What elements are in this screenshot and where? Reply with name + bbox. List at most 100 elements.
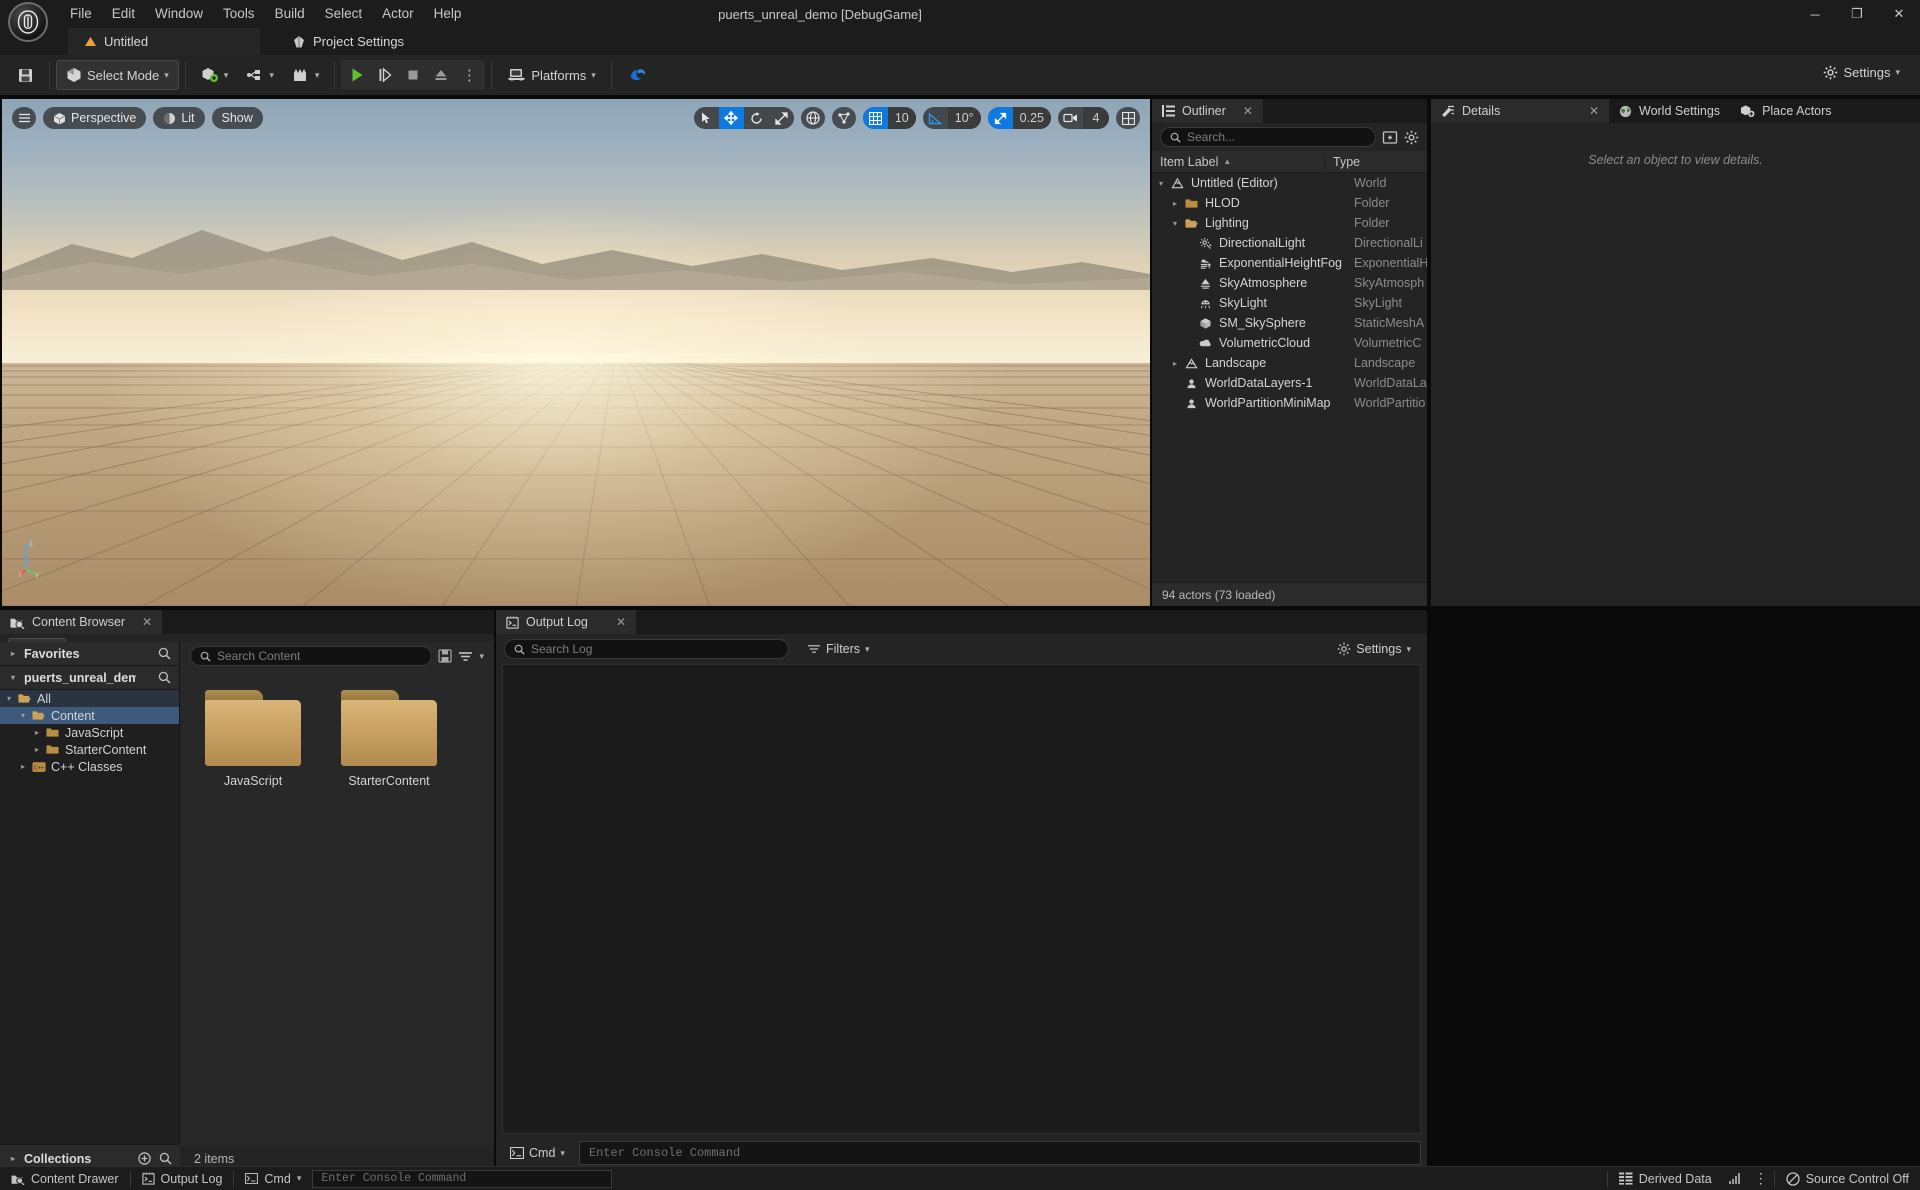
- chevron-down-icon[interactable]: ▾: [4, 694, 14, 703]
- grid-snap-value[interactable]: 10: [887, 107, 916, 129]
- tab-outliner[interactable]: Outliner ✕: [1152, 99, 1263, 123]
- source-control-button[interactable]: Source Control Off: [1775, 1167, 1920, 1190]
- hamburger-icon[interactable]: [12, 107, 36, 129]
- close-icon[interactable]: ✕: [1243, 104, 1253, 118]
- surface-snap-icon[interactable]: [831, 107, 856, 129]
- outliner-row[interactable]: WorldPartitionMiniMap WorldPartitio: [1152, 393, 1427, 413]
- column-item-label[interactable]: Item Label ▲: [1152, 155, 1324, 169]
- chevron-right-icon[interactable]: ▸: [32, 745, 42, 754]
- status-output-log-button[interactable]: Output Log: [131, 1167, 234, 1190]
- outliner-row[interactable]: ▾ Untitled (Editor) World: [1152, 173, 1427, 193]
- add-folder-icon[interactable]: [1382, 130, 1398, 145]
- content-tree-row[interactable]: ▾ Content: [0, 707, 179, 724]
- tab-content-browser[interactable]: Content Browser ✕: [0, 610, 163, 634]
- tab-output-log[interactable]: Output Log ✕: [496, 610, 636, 634]
- search-icon[interactable]: [158, 647, 171, 660]
- chevron-right-icon[interactable]: ▸: [1170, 199, 1180, 208]
- maximize-viewport-icon[interactable]: [1116, 107, 1140, 129]
- chevron-right-icon[interactable]: ▸: [32, 728, 42, 737]
- chevron-down-icon[interactable]: ▾: [1170, 219, 1180, 228]
- close-button[interactable]: ✕: [1878, 0, 1920, 28]
- select-icon[interactable]: [694, 107, 719, 129]
- menu-select[interactable]: Select: [315, 2, 373, 26]
- camera-speed-icon[interactable]: [1058, 107, 1083, 129]
- close-icon[interactable]: ✕: [142, 615, 152, 629]
- menu-window[interactable]: Window: [145, 2, 213, 26]
- outliner-row[interactable]: ▸ Landscape Landscape: [1152, 353, 1427, 373]
- scale-snap-icon[interactable]: [987, 107, 1013, 129]
- search-icon[interactable]: [158, 671, 171, 684]
- output-log-search-input[interactable]: Search Log: [504, 639, 789, 659]
- save-search-icon[interactable]: [438, 649, 453, 663]
- outliner-row[interactable]: ExponentialHeightFog ExponentialH: [1152, 253, 1427, 273]
- menu-help[interactable]: Help: [424, 2, 472, 26]
- viewport-viewmode-button[interactable]: Lit: [153, 107, 205, 129]
- asset-item[interactable]: StarterContent: [330, 690, 448, 788]
- toolbar-settings-button[interactable]: Settings ▾: [1815, 60, 1908, 85]
- save-button[interactable]: [8, 60, 43, 90]
- level-viewport[interactable]: Perspective Lit Show 10 10° 0.25 4 z x y: [2, 99, 1150, 606]
- menu-build[interactable]: Build: [265, 2, 315, 26]
- outliner-row[interactable]: DirectionalLight DirectionalLi: [1152, 233, 1427, 253]
- outliner-row[interactable]: ▾ Lighting Folder: [1152, 213, 1427, 233]
- select-mode-button[interactable]: Select Mode ▾: [56, 60, 179, 90]
- outliner-search-input[interactable]: Search...: [1160, 127, 1376, 147]
- chevron-right-icon[interactable]: ▸: [18, 762, 28, 771]
- menu-tools[interactable]: Tools: [213, 2, 265, 26]
- tab-details[interactable]: Details ✕: [1431, 99, 1609, 123]
- output-log-settings-button[interactable]: Settings ▾: [1329, 637, 1419, 661]
- eject-button[interactable]: [427, 61, 455, 89]
- skip-button[interactable]: [371, 61, 399, 89]
- translate-icon[interactable]: [718, 107, 744, 129]
- chevron-down-icon[interactable]: ▾: [479, 651, 484, 662]
- globe-icon[interactable]: [800, 107, 825, 129]
- outliner-row[interactable]: SkyAtmosphere SkyAtmosph: [1152, 273, 1427, 293]
- chevron-right-icon[interactable]: ▸: [1170, 359, 1180, 368]
- content-tree-row[interactable]: ▸ StarterContent: [0, 741, 179, 758]
- outliner-row[interactable]: VolumetricCloud VolumetricC: [1152, 333, 1427, 353]
- performance-graph-button[interactable]: [1723, 1167, 1748, 1190]
- favorites-header[interactable]: ▸ Favorites: [0, 642, 179, 666]
- column-type[interactable]: Type: [1324, 154, 1427, 169]
- close-icon[interactable]: ✕: [1589, 104, 1599, 118]
- content-search-input[interactable]: Search Content: [190, 646, 433, 666]
- scale-snap-value[interactable]: 0.25: [1012, 107, 1051, 129]
- menu-actor[interactable]: Actor: [372, 2, 424, 26]
- tab-untitled[interactable]: Untitled: [68, 28, 260, 55]
- derived-data-button[interactable]: Derived Data: [1608, 1167, 1723, 1190]
- output-log-content[interactable]: [502, 664, 1421, 1134]
- blueprints-button[interactable]: ▾: [237, 60, 283, 90]
- add-actor-button[interactable]: ▾: [192, 60, 238, 90]
- console-command-input[interactable]: Enter Console Command: [578, 1141, 1421, 1165]
- tab-place-actors[interactable]: Place Actors: [1730, 99, 1842, 123]
- unreal-engine-logo-icon[interactable]: [8, 2, 48, 42]
- viewport-show-button[interactable]: Show: [211, 107, 263, 129]
- menu-edit[interactable]: Edit: [102, 2, 145, 26]
- content-tree-row[interactable]: ▾ All: [0, 690, 179, 707]
- content-tree-row[interactable]: ▸ C++ C++ Classes: [0, 758, 179, 775]
- content-drawer-button[interactable]: Content Drawer: [0, 1167, 130, 1190]
- add-collection-icon[interactable]: [138, 1152, 151, 1165]
- outliner-row[interactable]: SkyLight SkyLight: [1152, 293, 1427, 313]
- chevron-down-icon[interactable]: ▾: [18, 711, 28, 720]
- filter-icon[interactable]: [458, 650, 473, 663]
- filters-button[interactable]: Filters ▾: [799, 637, 878, 661]
- platforms-button[interactable]: Platforms ▾: [498, 60, 604, 90]
- outliner-row[interactable]: ▸ HLOD Folder: [1152, 193, 1427, 213]
- rotate-icon[interactable]: [744, 107, 769, 129]
- cmd-mode-button[interactable]: Cmd ▾: [502, 1141, 573, 1165]
- menu-file[interactable]: File: [60, 2, 102, 26]
- viewport-perspective-button[interactable]: Perspective: [43, 107, 147, 129]
- camera-speed-value[interactable]: 4: [1083, 107, 1109, 129]
- outliner-row[interactable]: SM_SkySphere StaticMeshA: [1152, 313, 1427, 333]
- cinematics-button[interactable]: ▾: [283, 60, 329, 90]
- puerts-button[interactable]: [618, 60, 658, 90]
- minimize-button[interactable]: ─: [1794, 0, 1836, 28]
- play-more-button[interactable]: ⋮: [455, 61, 483, 89]
- tab-project-settings[interactable]: Project Settings: [276, 28, 420, 55]
- chevron-down-icon[interactable]: ▾: [1156, 179, 1166, 188]
- project-header[interactable]: ▾ puerts_unreal_dem: [0, 666, 179, 690]
- maximize-button[interactable]: ❐: [1836, 0, 1878, 28]
- play-button[interactable]: [343, 61, 371, 89]
- status-cmd-button[interactable]: Cmd ▾: [234, 1167, 312, 1190]
